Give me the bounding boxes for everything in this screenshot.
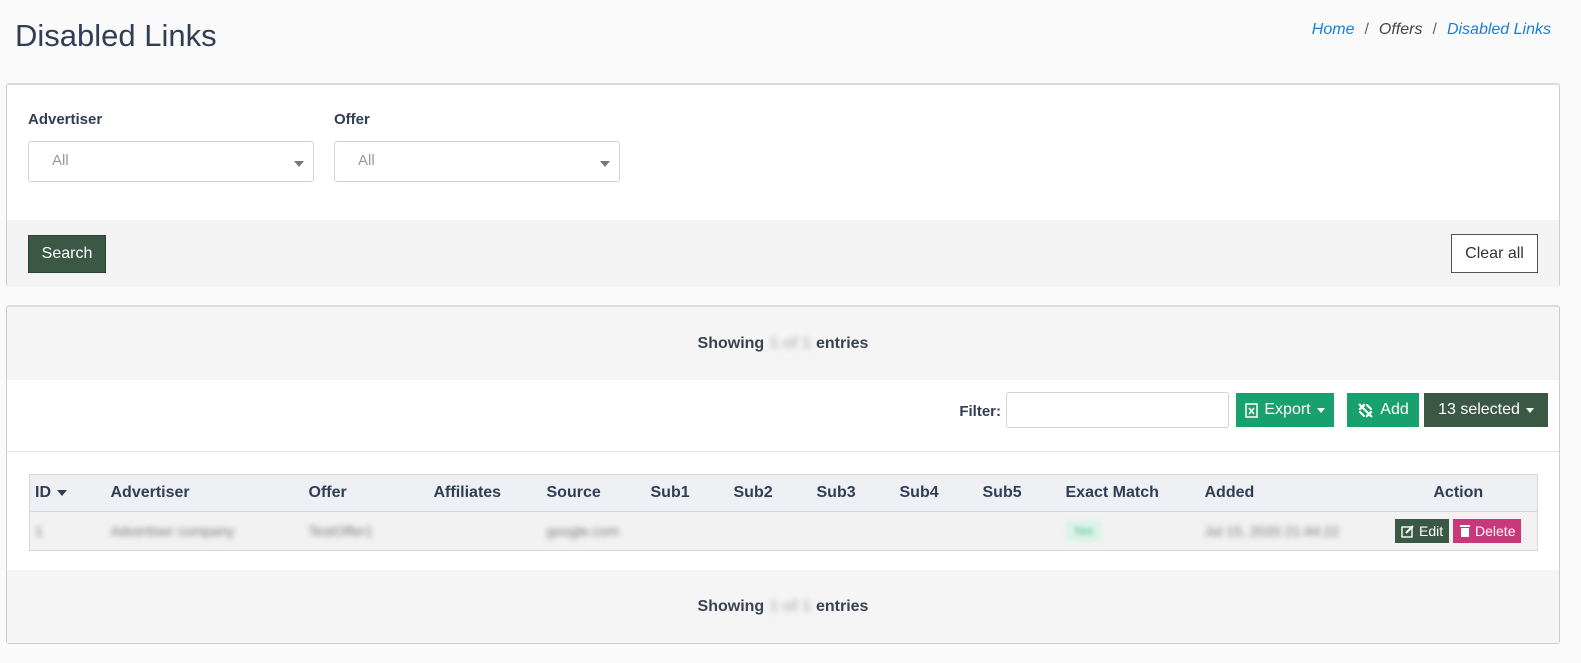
edit-label: Edit	[1419, 523, 1444, 539]
trash-icon	[1460, 525, 1471, 537]
advertiser-select[interactable]: All	[28, 141, 314, 182]
advertiser-select-value: All	[52, 152, 69, 169]
entries-info-bottom: Showing 1 of 1 entries	[7, 570, 1559, 643]
edit-button[interactable]: Edit	[1395, 519, 1450, 543]
breadcrumb-separator: /	[1364, 21, 1369, 38]
exact-match-badge: Yes	[1065, 521, 1102, 541]
filter-input[interactable]	[1006, 392, 1229, 428]
column-affiliates[interactable]: Affiliates	[428, 474, 542, 512]
cell-added: Jul 15, 2020 21:44:22	[1199, 511, 1380, 551]
unlink-icon	[1358, 402, 1373, 418]
entries-count: 1 of 1	[769, 334, 811, 352]
add-button[interactable]: Add	[1347, 393, 1419, 427]
add-label: Add	[1380, 401, 1409, 418]
column-id[interactable]: ID	[29, 474, 106, 512]
column-action: Action	[1379, 474, 1538, 512]
cell-sub3	[811, 511, 895, 551]
sort-desc-icon	[57, 489, 67, 496]
table-row: 1 Advertiser company TestOffer1 google.c…	[29, 511, 1538, 551]
entries-label: entries	[815, 334, 869, 352]
table-header-row: ID Advertiser Offer Affiliates Source Su…	[29, 474, 1538, 512]
results-panel: Showing 1 of 1 entries Filter: Export Ad…	[6, 305, 1560, 644]
column-offer[interactable]: Offer	[303, 474, 429, 512]
columns-selected-dropdown[interactable]: 13 selected	[1424, 393, 1548, 427]
selected-label: 13 selected	[1438, 401, 1520, 418]
delete-button[interactable]: Delete	[1453, 519, 1522, 543]
column-sub4[interactable]: Sub4	[894, 474, 978, 512]
filter-panel: Advertiser All Offer All Search Clear al…	[6, 83, 1560, 287]
column-added[interactable]: Added	[1199, 474, 1380, 512]
cell-offer: TestOffer1	[303, 511, 429, 551]
disabled-links-table: ID Advertiser Offer Affiliates Source Su…	[29, 474, 1538, 551]
offer-select-value: All	[358, 152, 375, 169]
offer-label: Offer	[334, 111, 370, 128]
cell-affiliates	[428, 511, 542, 551]
breadcrumb-home[interactable]: Home	[1312, 21, 1355, 39]
breadcrumb: Home / Offers / Disabled Links	[1312, 21, 1551, 39]
delete-label: Delete	[1475, 523, 1516, 539]
breadcrumb-separator: /	[1432, 21, 1437, 38]
cell-action: Edit Delete	[1379, 511, 1538, 551]
cell-advertiser: Advertiser company	[105, 511, 304, 551]
cell-exact-match: Yes	[1060, 511, 1200, 551]
cell-source: google.com	[541, 511, 646, 551]
export-label: Export	[1264, 401, 1311, 418]
cell-id: 1	[29, 511, 106, 551]
chevron-down-icon	[1525, 407, 1534, 413]
table-toolbar: Filter: Export Add 13 selected	[7, 380, 1559, 452]
column-exact-match[interactable]: Exact Match	[1060, 474, 1200, 512]
column-source[interactable]: Source	[541, 474, 646, 512]
entries-count: 1 of 1	[769, 597, 811, 615]
offer-select[interactable]: All	[334, 141, 620, 182]
cell-sub2	[728, 511, 812, 551]
filter-footer: Search Clear all	[7, 220, 1559, 287]
clear-all-button[interactable]: Clear all	[1451, 234, 1538, 273]
edit-icon	[1401, 525, 1414, 538]
column-sub1[interactable]: Sub1	[645, 474, 729, 512]
advertiser-label: Advertiser	[28, 111, 103, 128]
showing-label: Showing	[697, 597, 765, 615]
breadcrumb-current[interactable]: Disabled Links	[1447, 21, 1551, 39]
showing-label: Showing	[697, 334, 765, 352]
search-button[interactable]: Search	[28, 235, 106, 273]
export-button[interactable]: Export	[1236, 393, 1334, 427]
column-sub5[interactable]: Sub5	[977, 474, 1061, 512]
chevron-down-icon	[294, 161, 304, 167]
file-excel-icon	[1245, 402, 1259, 418]
breadcrumb-offers: Offers	[1378, 21, 1423, 38]
column-advertiser[interactable]: Advertiser	[105, 474, 304, 512]
cell-sub4	[894, 511, 978, 551]
filter-label: Filter:	[959, 403, 1001, 420]
entries-info-top: Showing 1 of 1 entries	[7, 307, 1559, 380]
chevron-down-icon	[1316, 407, 1325, 413]
column-sub3[interactable]: Sub3	[811, 474, 895, 512]
page-title: Disabled Links	[15, 18, 217, 53]
chevron-down-icon	[600, 161, 610, 167]
cell-sub5	[977, 511, 1061, 551]
cell-sub1	[645, 511, 729, 551]
column-sub2[interactable]: Sub2	[728, 474, 812, 512]
entries-label: entries	[815, 597, 869, 615]
